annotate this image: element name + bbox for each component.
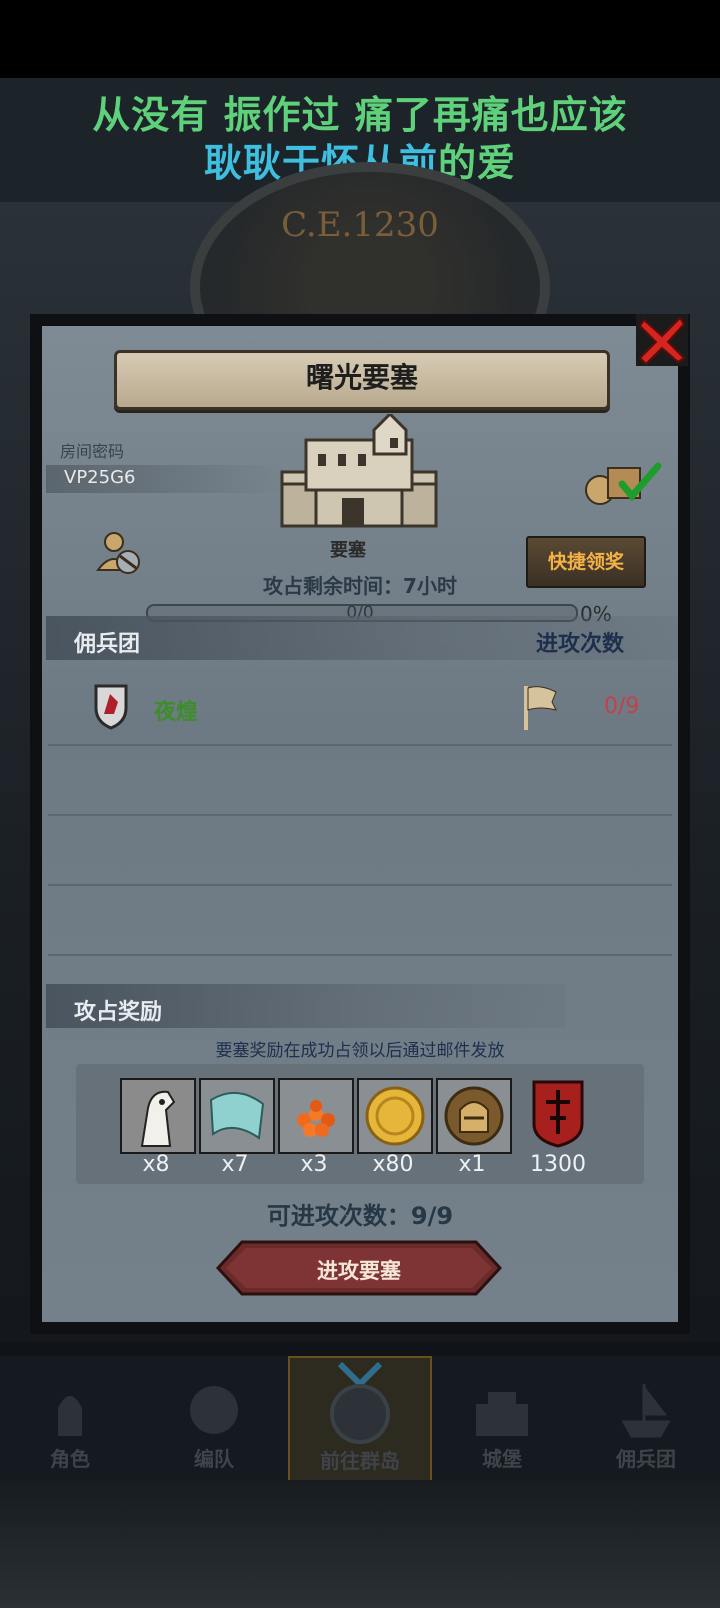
castle-icon	[476, 1392, 528, 1436]
compass-icon	[330, 1361, 390, 1444]
reward-qty: x7	[221, 1152, 249, 1177]
reward-qty: x8	[142, 1152, 170, 1177]
helmet-icon	[190, 1386, 238, 1434]
knight-helmet-icon	[438, 1080, 510, 1152]
nav-label: 城堡	[482, 1447, 522, 1471]
close-icon	[638, 316, 686, 366]
row-divider	[48, 954, 672, 956]
nav-item-mercenary[interactable]: 佣兵团	[576, 1356, 716, 1480]
attack-fortress-label[interactable]: 进攻要塞	[216, 1255, 502, 1285]
era-label: C.E.1230	[281, 205, 439, 245]
ship-icon	[621, 1384, 671, 1438]
nav-item-islands[interactable]: 前往群岛	[288, 1356, 432, 1484]
nav-item-character[interactable]: 角色	[0, 1356, 140, 1480]
reward-qty: x1	[458, 1152, 486, 1177]
status-bar	[0, 0, 720, 78]
fortress-icon	[280, 414, 438, 528]
reward-qty: 1300	[530, 1152, 586, 1177]
lyric-line-1: 从没有 振作过 痛了再痛也应该	[92, 93, 628, 137]
nav-label: 佣兵团	[616, 1447, 676, 1471]
row-divider	[48, 814, 672, 816]
room-code-value: VP25G6	[64, 467, 136, 488]
guild-shield-icon	[94, 684, 128, 730]
bottom-area	[0, 1480, 720, 1608]
mercenary-header: 佣兵团	[74, 632, 141, 657]
reward-slot[interactable]	[120, 1078, 196, 1154]
reward-slot[interactable]	[278, 1078, 354, 1154]
reward-qty: x3	[300, 1152, 328, 1177]
nav-label: 角色	[50, 1447, 90, 1471]
reward-slot[interactable]	[436, 1078, 512, 1154]
nav-label: 前往群岛	[320, 1449, 400, 1473]
attack-count-value: 0/9	[604, 694, 640, 719]
knight-icon	[58, 1396, 82, 1436]
attack-count-header: 进攻次数	[536, 632, 625, 657]
reward-slot[interactable]	[357, 1078, 433, 1154]
cloth-icon	[201, 1080, 273, 1152]
horse-icon	[122, 1080, 194, 1152]
mercenary-name[interactable]: 夜煌	[154, 694, 198, 726]
reward-qty: x80	[372, 1152, 414, 1177]
rewards-note: 要塞奖励在成功占领以后通过邮件发放	[215, 1041, 505, 1061]
caviar-icon	[280, 1080, 352, 1152]
reward-slot[interactable]	[199, 1078, 275, 1154]
nav-item-formation[interactable]: 编队	[144, 1356, 284, 1480]
banner-icon[interactable]	[532, 1080, 584, 1148]
gold-coin-icon	[359, 1080, 431, 1152]
fortress-label: 要塞	[330, 540, 366, 561]
panel-title: 曙光要塞	[305, 361, 418, 394]
nav-item-castle[interactable]: 城堡	[432, 1356, 572, 1480]
close-button[interactable]	[636, 314, 688, 366]
flag-icon	[524, 686, 557, 730]
row-divider	[48, 884, 672, 886]
reward-bag-check-icon[interactable]	[582, 458, 662, 506]
row-divider	[48, 744, 672, 746]
capture-timer: 攻占剩余时间：7小时	[263, 574, 457, 598]
room-code-label: 房间密码	[60, 442, 125, 461]
nav-label: 编队	[194, 1447, 234, 1471]
remaining-attempts: 可进攻次数：9/9	[266, 1202, 454, 1230]
rewards-header: 攻占奖励	[74, 1000, 163, 1025]
